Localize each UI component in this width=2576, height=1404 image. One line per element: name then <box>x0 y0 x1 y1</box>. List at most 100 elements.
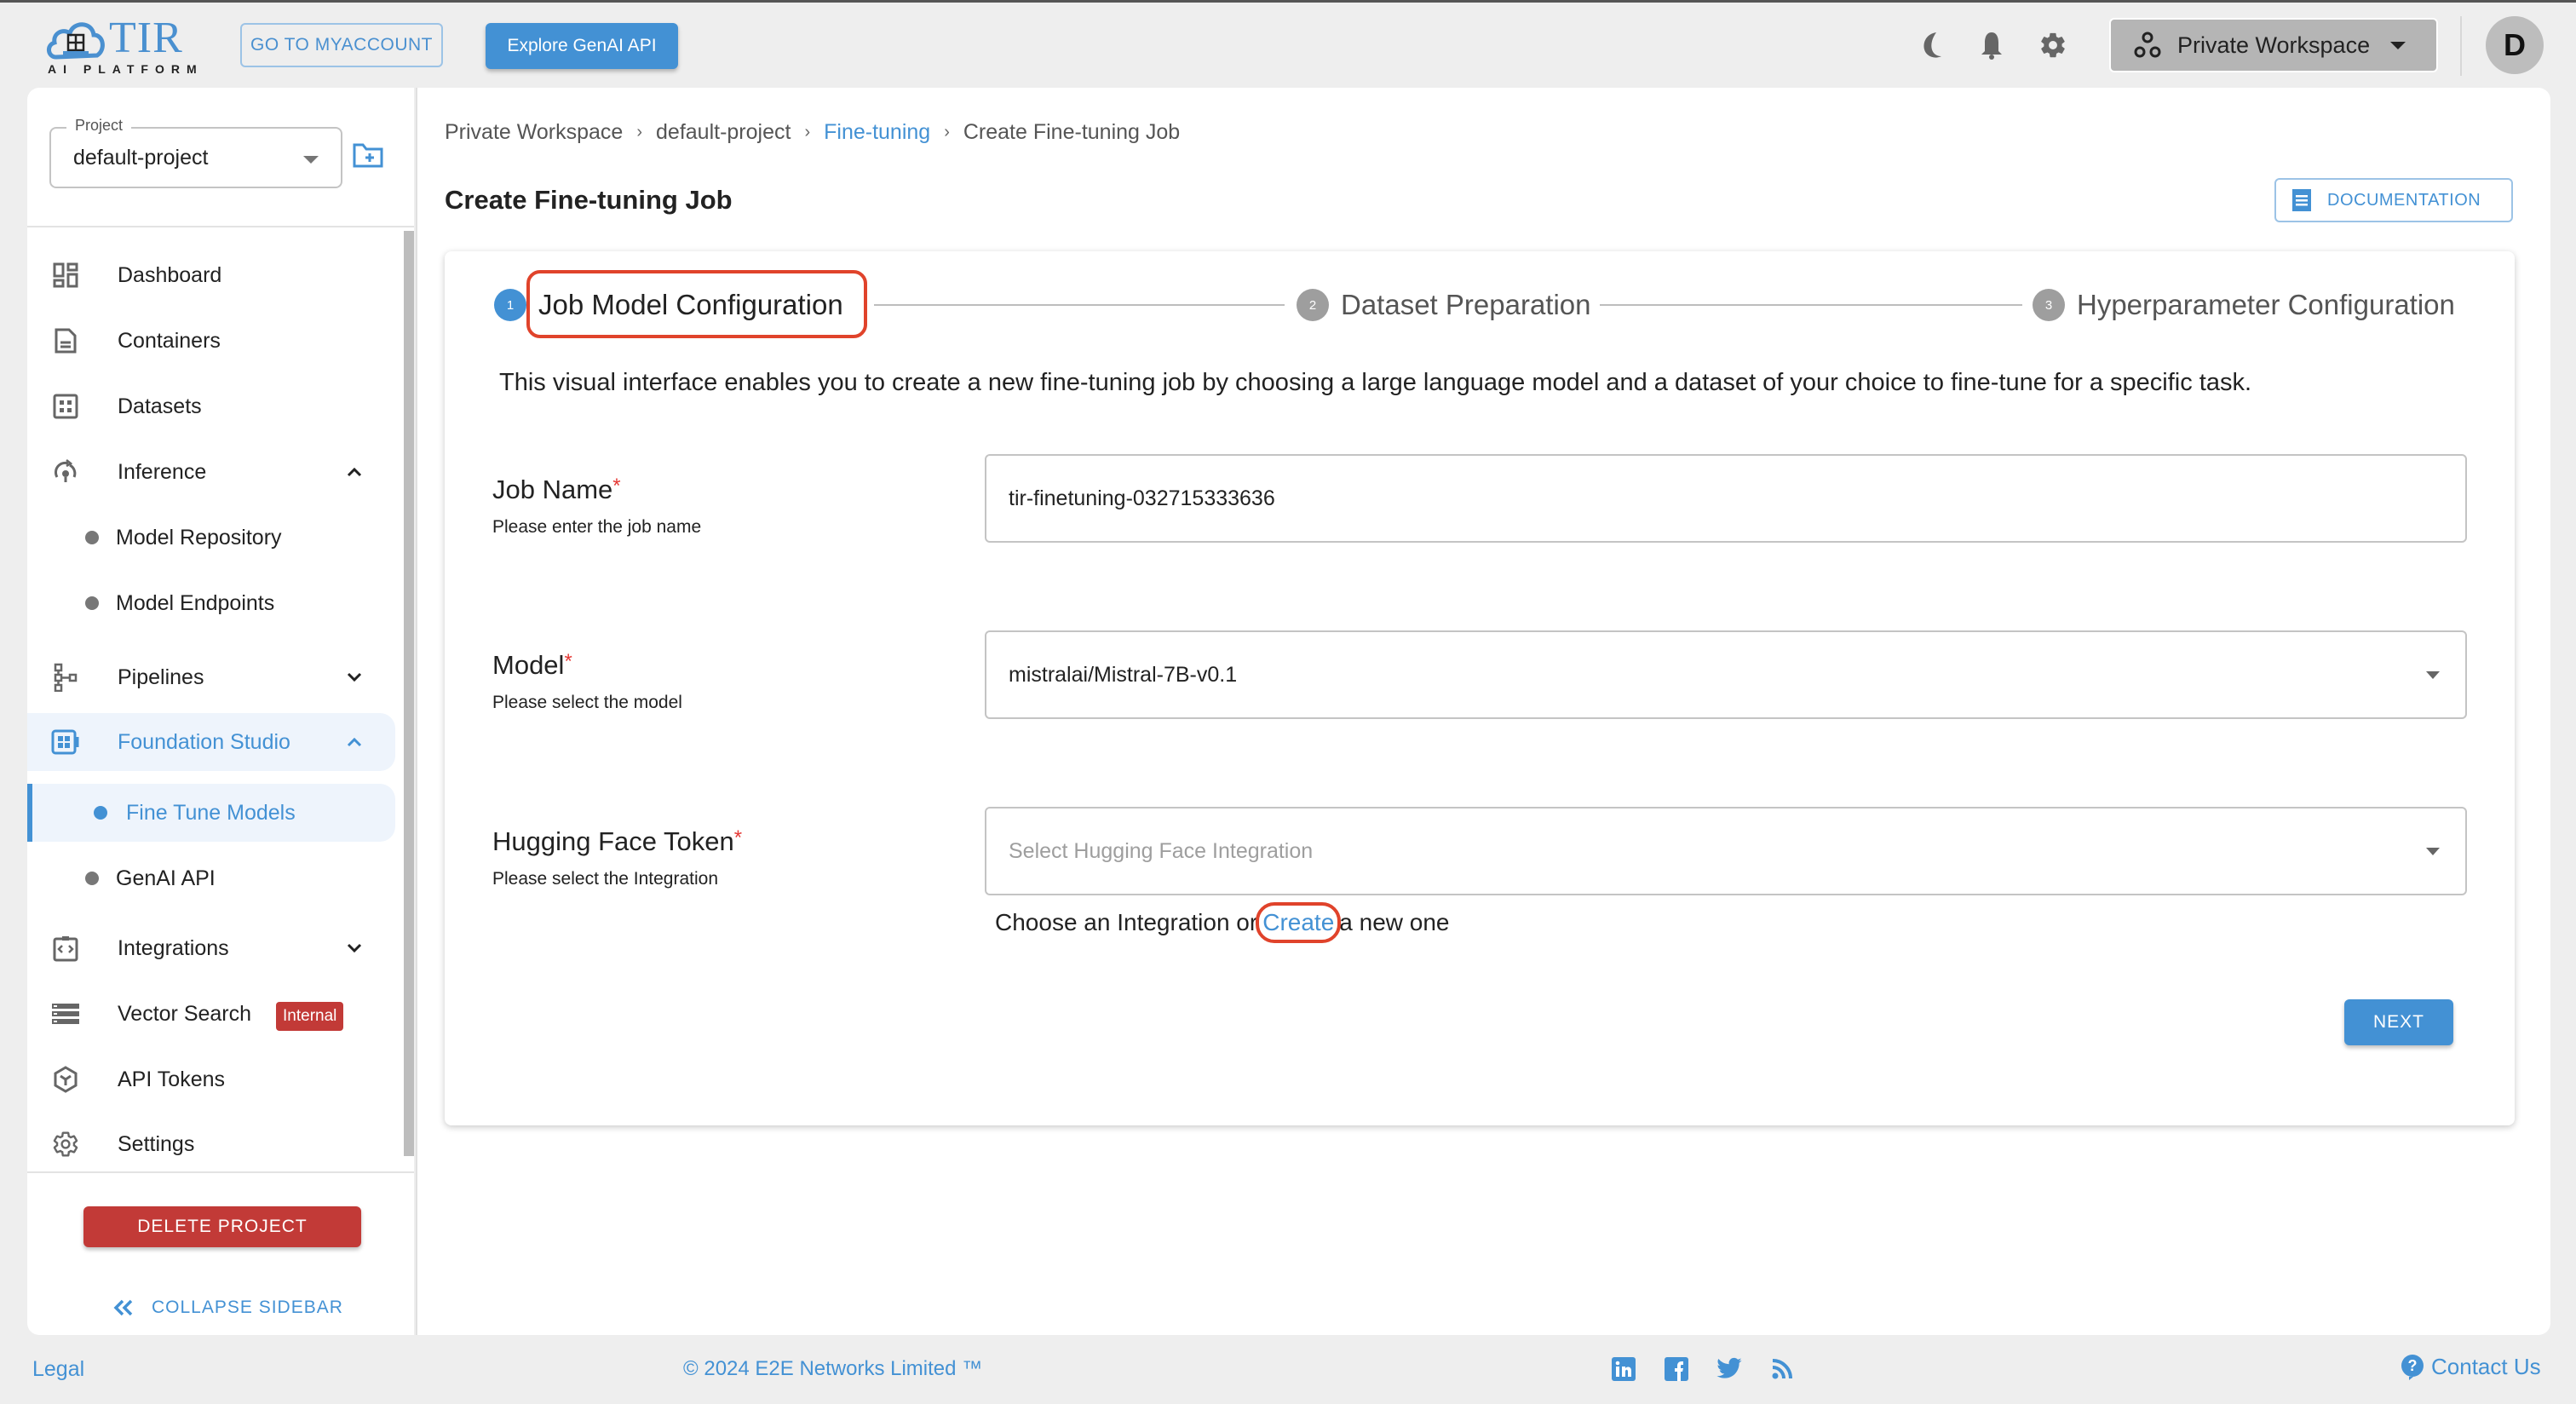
sidebar-item-label: Datasets <box>118 394 202 418</box>
sidebar-item-inference[interactable]: Inference <box>27 443 395 501</box>
legal-link[interactable]: Legal <box>32 1357 84 1382</box>
logo-title: TIR <box>109 14 183 62</box>
sidebar: Project default-project Dashboard Contai… <box>27 88 414 1335</box>
tir-logo[interactable]: TIR AI PLATFORM <box>44 14 198 76</box>
help-icon: ? <box>2401 1354 2424 1380</box>
bell-icon[interactable] <box>1975 28 2009 62</box>
breadcrumb-fine-tuning[interactable]: Fine-tuning <box>824 120 930 145</box>
sidebar-divider <box>27 1171 414 1173</box>
gear-icon <box>51 1130 80 1159</box>
job-name-label: Job Name* <box>492 475 621 505</box>
chevron-down-icon <box>347 672 362 682</box>
sidebar-item-label: Containers <box>118 328 221 353</box>
footer: Legal © 2024 E2E Networks Limited ™ ? Co… <box>0 1335 2576 1404</box>
sidebar-item-model-endpoints[interactable]: Model Endpoints <box>27 574 395 632</box>
twitter-icon[interactable] <box>1716 1355 1743 1383</box>
workspace-label: Private Workspace <box>2177 32 2371 58</box>
sidebar-item-label: GenAI API <box>116 866 216 890</box>
caret-down-icon <box>2426 671 2440 679</box>
add-project-folder-icon[interactable] <box>353 142 383 170</box>
required-marker: * <box>733 826 743 849</box>
chevron-up-icon <box>347 737 362 747</box>
caret-down-icon <box>2390 42 2406 49</box>
job-name-help: Please enter the job name <box>492 517 702 537</box>
page-title: Create Fine-tuning Job <box>445 185 733 215</box>
sidebar-item-genai-api[interactable]: GenAI API <box>27 849 395 907</box>
step-hyperparameter-configuration[interactable]: 3 Hyperparameter Configuration <box>2033 289 2455 321</box>
contact-us-link[interactable]: ? Contact Us <box>2401 1354 2541 1380</box>
double-chevron-left-icon <box>113 1299 133 1316</box>
workspace-icon <box>2134 32 2161 58</box>
breadcrumb: Private Workspace › default-project › Fi… <box>445 120 1180 145</box>
sidebar-item-label: Foundation Studio <box>118 729 290 754</box>
moon-icon[interactable] <box>1915 28 1949 62</box>
breadcrumb-separator: › <box>944 123 950 141</box>
model-select[interactable]: mistralai/Mistral-7B-v0.1 <box>985 630 2467 719</box>
explore-genai-api-button[interactable]: Explore GenAI API <box>486 23 678 69</box>
step-dataset-preparation[interactable]: 2 Dataset Preparation <box>1297 289 1591 321</box>
sidebar-item-label: Model Endpoints <box>116 590 275 615</box>
create-link-text: Create <box>1262 909 1335 935</box>
step-number: 1 <box>494 289 526 321</box>
linkedin-icon[interactable] <box>1610 1355 1637 1383</box>
create-integration-link[interactable]: Create <box>1256 902 1342 943</box>
sidebar-scrollbar[interactable] <box>404 231 414 1156</box>
delete-project-button[interactable]: DELETE PROJECT <box>83 1206 361 1247</box>
project-select-label: Project <box>66 117 132 135</box>
sidebar-item-api-tokens[interactable]: API Tokens <box>27 1050 395 1108</box>
bullet-icon <box>85 596 99 610</box>
collapse-sidebar-label: COLLAPSE SIDEBAR <box>152 1298 343 1317</box>
header-divider <box>2460 16 2462 76</box>
project-select[interactable]: Project default-project <box>49 117 342 188</box>
job-name-input[interactable]: tir-finetuning-032715333636 <box>985 454 2467 543</box>
sidebar-item-fine-tune-models[interactable]: Fine Tune Models <box>27 784 395 842</box>
model-help: Please select the model <box>492 693 682 712</box>
sidebar-item-label: Fine Tune Models <box>126 800 296 825</box>
breadcrumb-separator: › <box>804 123 811 141</box>
breadcrumb-workspace[interactable]: Private Workspace <box>445 120 623 145</box>
bullet-icon <box>85 531 99 544</box>
sidebar-item-vector-search[interactable]: Vector Search Internal <box>27 985 395 1043</box>
model-label: Model* <box>492 650 572 681</box>
next-button[interactable]: NEXT <box>2344 999 2453 1045</box>
grid-icon <box>51 392 80 421</box>
sidebar-item-datasets[interactable]: Datasets <box>27 377 395 435</box>
chevron-up-icon <box>347 467 362 477</box>
integration-icon <box>51 934 80 963</box>
sidebar-item-model-repository[interactable]: Model Repository <box>27 509 395 567</box>
sidebar-item-integrations[interactable]: Integrations <box>27 919 395 977</box>
caret-down-icon <box>2426 848 2440 855</box>
collapse-sidebar-button[interactable]: COLLAPSE SIDEBAR <box>112 1298 343 1318</box>
step-job-model-configuration[interactable]: 1 Job Model Configuration <box>494 289 843 321</box>
step-connector <box>1600 304 2022 306</box>
go-to-myaccount-button[interactable]: GO TO MYACCOUNT <box>240 23 443 67</box>
step-number: 2 <box>1297 289 1329 321</box>
user-avatar[interactable]: D <box>2486 16 2544 74</box>
sidebar-item-settings[interactable]: Settings <box>27 1115 395 1173</box>
sidebar-item-pipelines[interactable]: Pipelines <box>27 648 395 706</box>
breadcrumb-project[interactable]: default-project <box>656 120 791 145</box>
sidebar-item-label: Pipelines <box>118 665 204 689</box>
facebook-icon[interactable] <box>1663 1355 1690 1383</box>
document-icon <box>51 326 80 355</box>
model-label-text: Model <box>492 650 565 680</box>
contact-us-label: Contact Us <box>2431 1354 2541 1379</box>
workspace-selector[interactable]: Private Workspace <box>2109 18 2438 72</box>
rss-icon[interactable] <box>1768 1355 1796 1383</box>
form-description: This visual interface enables you to cre… <box>499 369 2252 396</box>
sidebar-item-dashboard[interactable]: Dashboard <box>27 246 395 304</box>
svg-text:?: ? <box>2408 1357 2418 1374</box>
sidebar-item-containers[interactable]: Containers <box>27 312 395 370</box>
hf-token-label: Hugging Face Token* <box>492 826 742 857</box>
sidebar-item-foundation-studio[interactable]: Foundation Studio <box>27 713 395 771</box>
hf-token-select[interactable]: Select Hugging Face Integration <box>985 807 2467 895</box>
required-marker: * <box>564 650 572 673</box>
gear-icon[interactable] <box>2036 28 2070 62</box>
hf-token-help: Please select the Integration <box>492 869 719 889</box>
server-icon <box>51 999 80 1028</box>
documentation-button[interactable]: DOCUMENTATION <box>2274 178 2513 222</box>
sidebar-item-label: Integrations <box>118 935 229 960</box>
document-icon <box>2292 189 2311 211</box>
dashboard-icon <box>51 261 80 290</box>
pipeline-icon <box>51 663 80 692</box>
